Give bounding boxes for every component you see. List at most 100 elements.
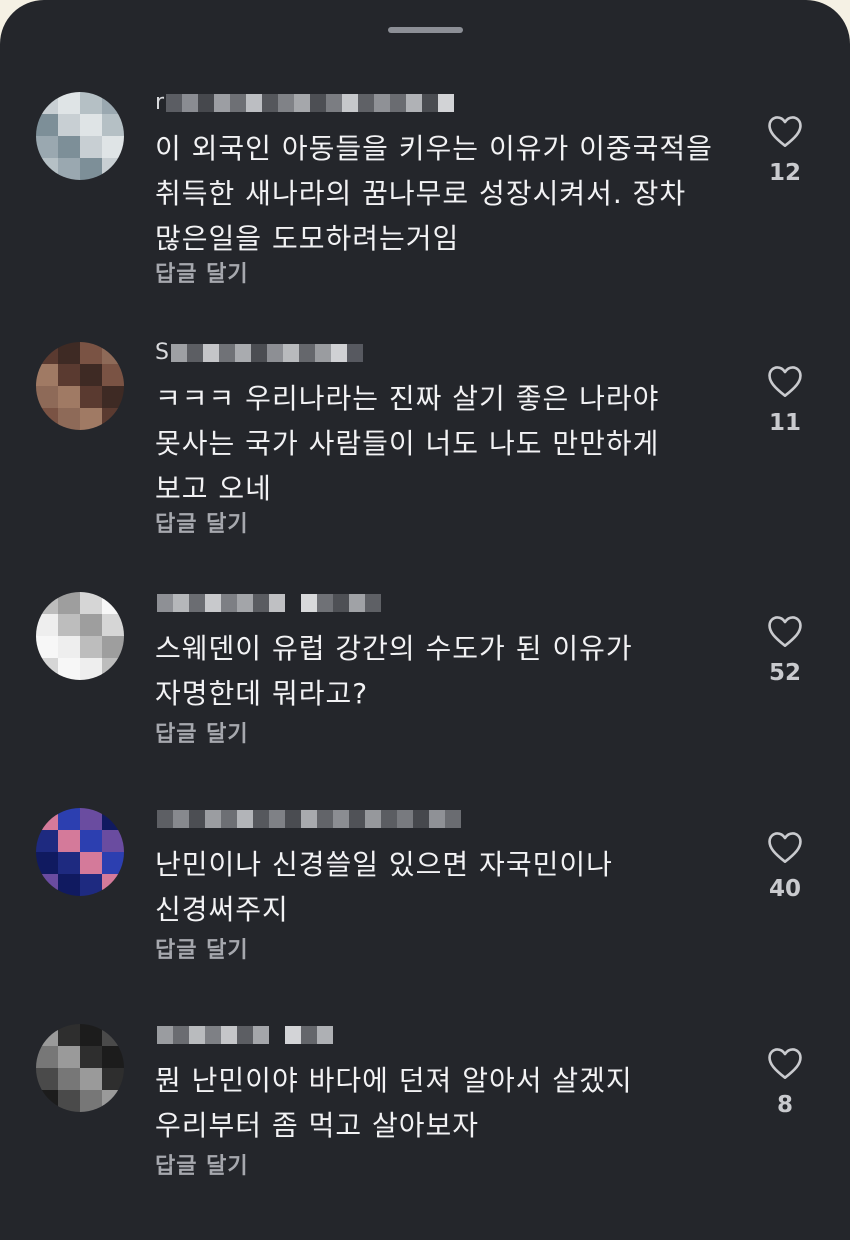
- avatar-pixel: [102, 386, 124, 408]
- avatar-pixel: [36, 830, 58, 852]
- avatar-pixel: [102, 614, 124, 636]
- like-button[interactable]: 8: [760, 1046, 810, 1118]
- heart-outline-icon[interactable]: [766, 114, 804, 148]
- comment-text: 난민이나 신경쓸일 있으면 자국민이나 신경써주지: [155, 848, 613, 926]
- avatar-pixel: [102, 364, 124, 386]
- avatar-pixel: [58, 808, 80, 830]
- avatar-pixel: [80, 852, 102, 874]
- avatar-pixel: [102, 1068, 124, 1090]
- reply-button[interactable]: 답글 달기: [155, 506, 249, 538]
- avatar-pixel: [80, 1024, 102, 1046]
- avatar-pixel: [102, 158, 124, 180]
- avatar-pixel: [58, 136, 80, 158]
- like-button[interactable]: 12: [760, 114, 810, 186]
- avatar-pixel: [80, 386, 102, 408]
- avatar-pixel: [36, 1024, 58, 1046]
- avatar-pixel: [102, 808, 124, 830]
- avatar-pixel: [58, 408, 80, 430]
- avatar-pixel: [80, 158, 102, 180]
- avatar-pixel: [80, 342, 102, 364]
- heart-outline-icon[interactable]: [766, 364, 804, 398]
- avatar-pixel: [80, 592, 102, 614]
- comment-item: S ㅋㅋㅋ 우리나라는 진짜 살기 좋은 나라야 못사는 국가 사람들이 너도 …: [0, 342, 850, 557]
- avatar-pixel: [80, 114, 102, 136]
- heart-outline-icon[interactable]: [766, 614, 804, 648]
- avatar-pixel: [102, 1024, 124, 1046]
- avatar-pixel: [58, 114, 80, 136]
- avatar-pixel: [58, 874, 80, 896]
- avatar-pixel: [36, 592, 58, 614]
- heart-outline-icon[interactable]: [766, 1046, 804, 1080]
- comments-sheet: r 이 외국인 아동들을 키우는 이유가 이중국적을 취득한 새나라의 꿈나무로…: [0, 0, 850, 1240]
- avatar-pixel: [102, 342, 124, 364]
- comment-item: r 이 외국인 아동들을 키우는 이유가 이중국적을 취득한 새나라의 꿈나무로…: [0, 92, 850, 307]
- comment-item: 스웨덴이 유럽 강간의 수도가 된 이유가 자명한데 뭐라고? 답글 달기 52: [0, 592, 850, 807]
- avatar-pixel: [102, 636, 124, 658]
- avatar-pixel: [58, 1046, 80, 1068]
- avatar-pixel: [58, 1024, 80, 1046]
- avatar-pixel: [58, 852, 80, 874]
- avatar-pixel: [36, 852, 58, 874]
- avatar-pixel: [102, 658, 124, 680]
- avatar-pixel: [36, 114, 58, 136]
- avatar-pixel: [80, 1090, 102, 1112]
- avatar-pixel: [80, 364, 102, 386]
- avatar-pixel: [36, 386, 58, 408]
- avatar-pixel: [36, 636, 58, 658]
- username-redacted[interactable]: [155, 808, 461, 830]
- avatar-pixel: [58, 158, 80, 180]
- avatar[interactable]: [36, 592, 124, 680]
- avatar-pixel: [80, 1046, 102, 1068]
- avatar-pixel: [80, 136, 102, 158]
- reply-button[interactable]: 답글 달기: [155, 716, 249, 748]
- avatar-pixel: [58, 1090, 80, 1112]
- avatar-pixel: [102, 114, 124, 136]
- avatar-pixel: [80, 92, 102, 114]
- like-count: 8: [776, 1092, 793, 1118]
- avatar-pixel: [80, 408, 102, 430]
- reply-button[interactable]: 답글 달기: [155, 1148, 249, 1180]
- heart-outline-icon[interactable]: [766, 830, 804, 864]
- like-count: 40: [768, 876, 801, 902]
- avatar-pixel: [36, 1046, 58, 1068]
- avatar-pixel: [36, 808, 58, 830]
- avatar-pixel: [80, 1068, 102, 1090]
- like-count: 12: [768, 160, 801, 186]
- avatar-pixel: [58, 1068, 80, 1090]
- like-button[interactable]: 11: [760, 364, 810, 436]
- avatar-pixel: [80, 830, 102, 852]
- like-count: 11: [768, 410, 801, 436]
- avatar[interactable]: [36, 808, 124, 896]
- avatar[interactable]: [36, 1024, 124, 1112]
- avatar-pixel: [36, 136, 58, 158]
- avatar-pixel: [102, 92, 124, 114]
- avatar[interactable]: [36, 342, 124, 430]
- avatar-pixel: [36, 364, 58, 386]
- like-button[interactable]: 40: [760, 830, 810, 902]
- avatar-pixel: [102, 408, 124, 430]
- comment-item: 뭔 난민이야 바다에 던져 알아서 살겠지 우리부터 좀 먹고 살아보자 답글 …: [0, 1024, 850, 1239]
- username-redacted[interactable]: S: [155, 342, 363, 364]
- reply-button[interactable]: 답글 달기: [155, 256, 249, 288]
- like-count: 52: [768, 660, 801, 686]
- avatar-pixel: [36, 874, 58, 896]
- username-initial: S: [155, 340, 169, 365]
- avatar-pixel: [36, 658, 58, 680]
- avatar-pixel: [58, 364, 80, 386]
- drag-handle[interactable]: [388, 27, 463, 33]
- avatar-pixel: [102, 1046, 124, 1068]
- avatar-pixel: [58, 342, 80, 364]
- avatar-pixel: [36, 614, 58, 636]
- avatar-pixel: [58, 614, 80, 636]
- avatar-pixel: [58, 592, 80, 614]
- avatar-pixel: [36, 92, 58, 114]
- avatar-pixel: [58, 636, 80, 658]
- like-button[interactable]: 52: [760, 614, 810, 686]
- username-redacted[interactable]: [155, 1024, 333, 1046]
- avatar-pixel: [102, 874, 124, 896]
- avatar-pixel: [36, 342, 58, 364]
- avatar[interactable]: [36, 92, 124, 180]
- username-redacted[interactable]: [155, 592, 381, 614]
- username-redacted[interactable]: r: [155, 92, 455, 114]
- reply-button[interactable]: 답글 달기: [155, 932, 249, 964]
